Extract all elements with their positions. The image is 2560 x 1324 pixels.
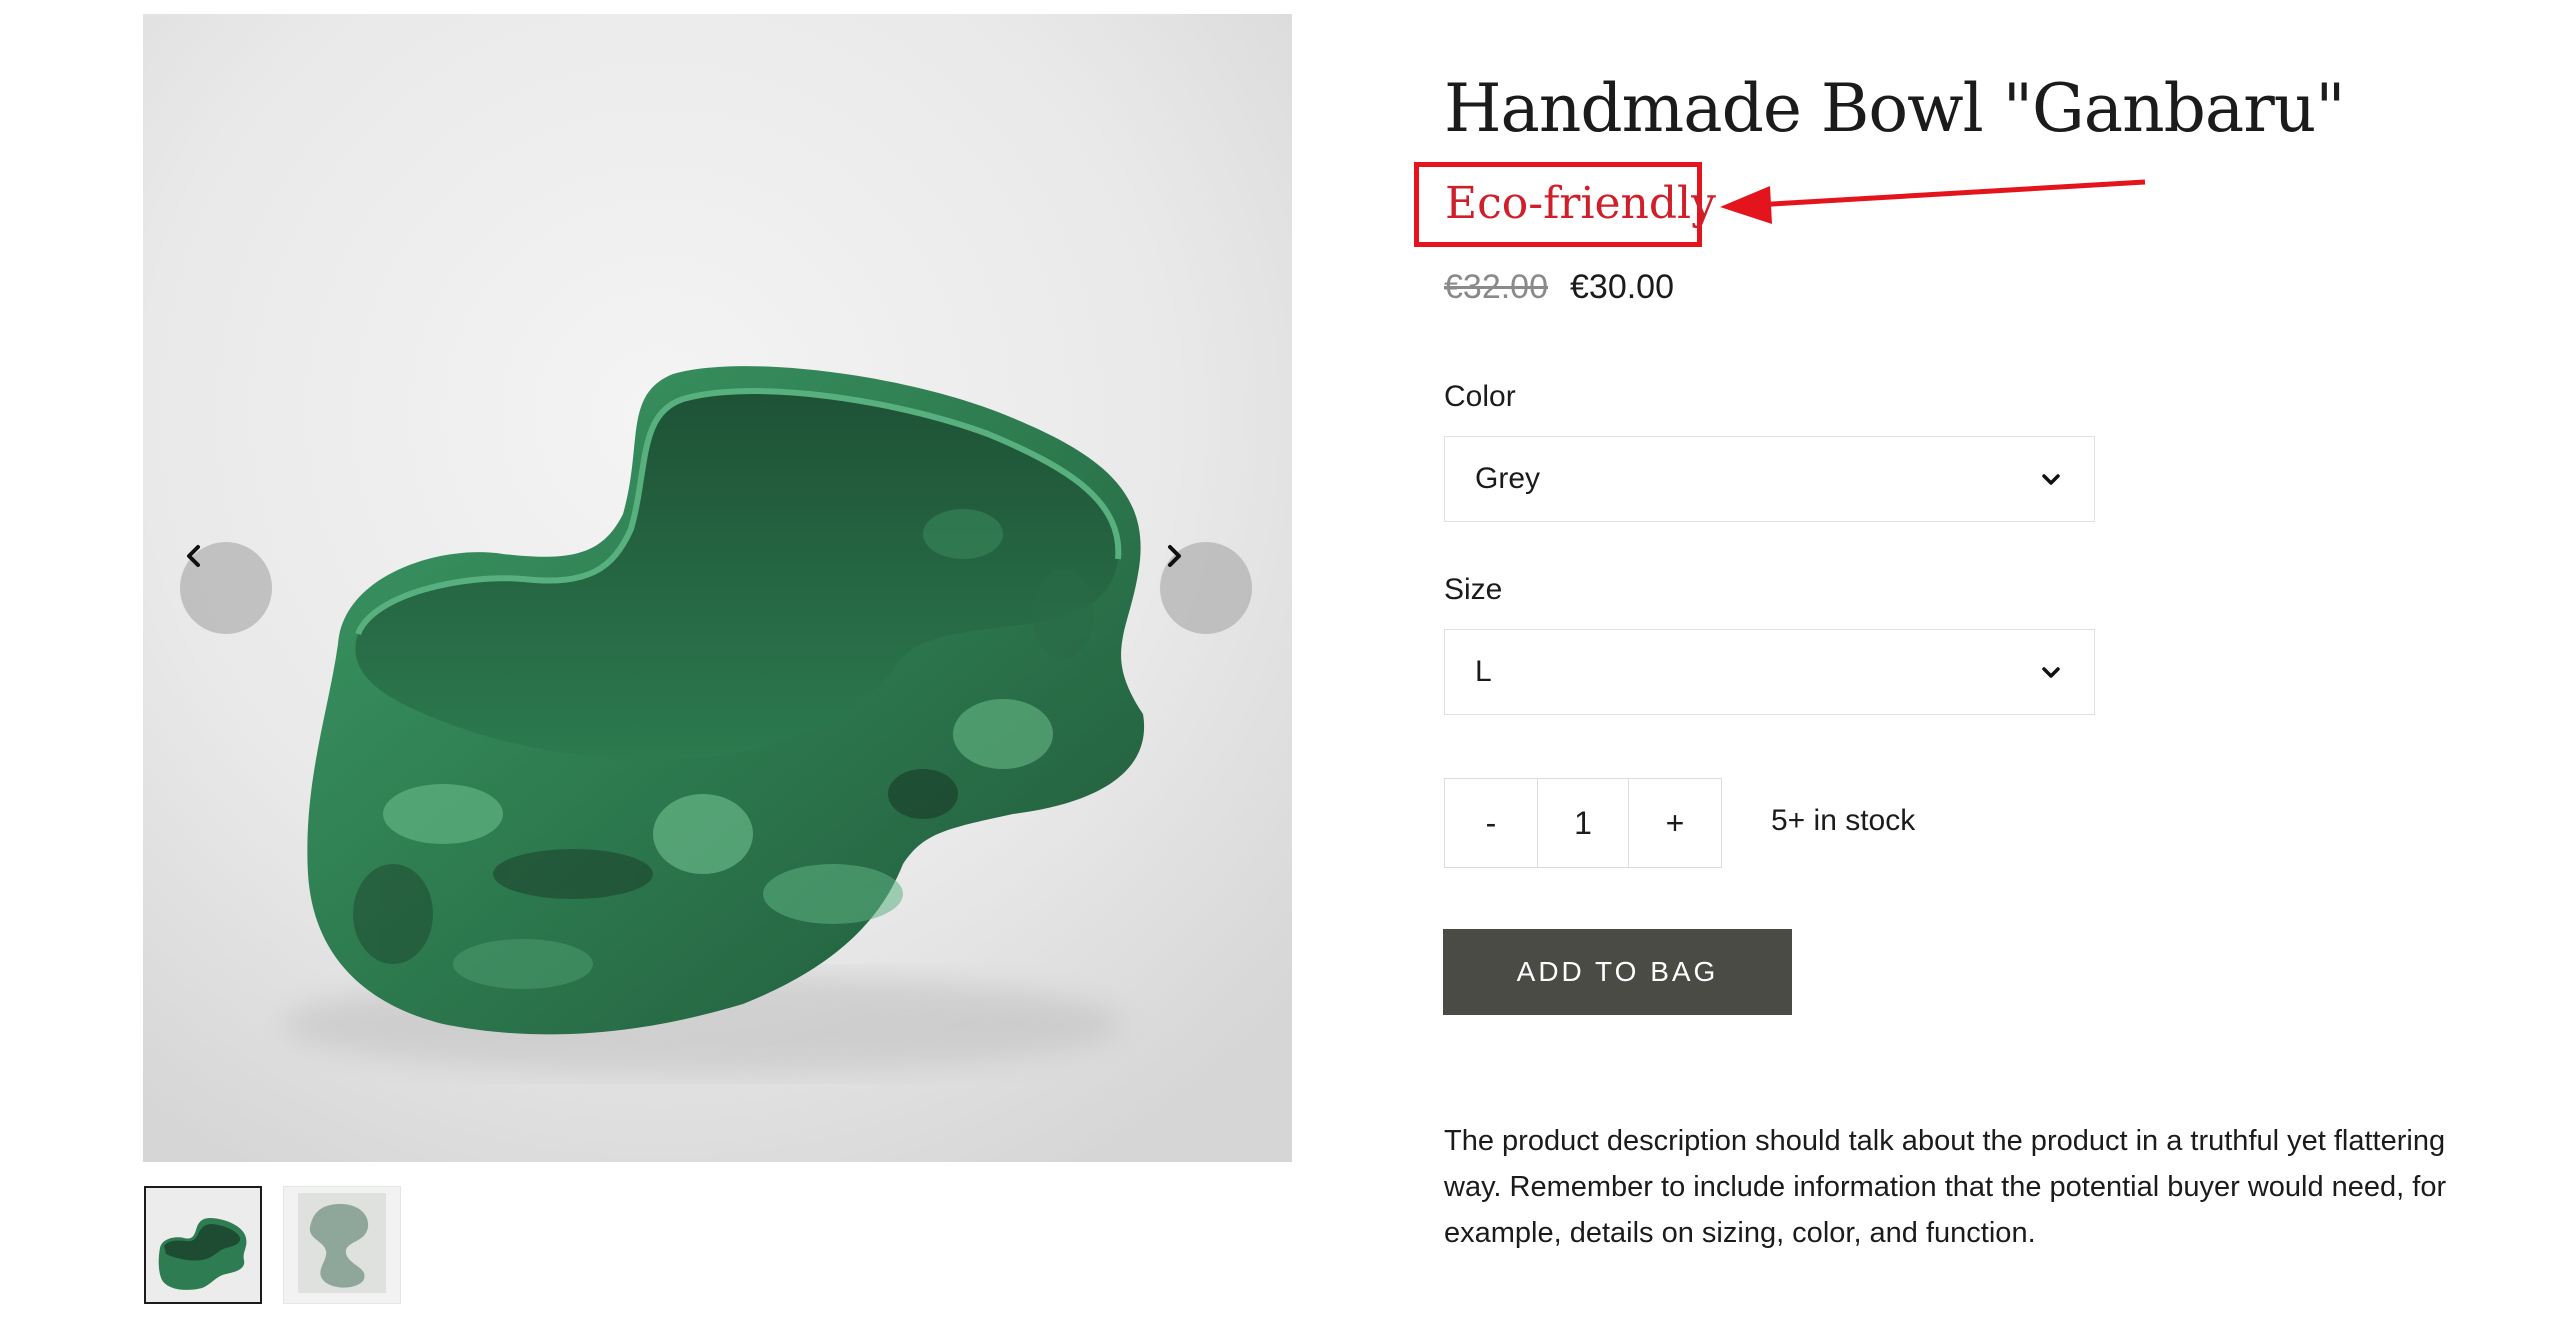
chevron-down-icon [2042,667,2060,678]
add-to-bag-button[interactable]: ADD TO BAG [1443,929,1792,1015]
sale-price: €30.00 [1570,268,1674,306]
quantity-decrement-button[interactable]: - [1445,779,1537,867]
product-description: The product description should talk abou… [1444,1125,2447,1249]
gallery-next-button[interactable] [1160,542,1252,634]
product-title: Handmade Bowl "Ganbaru" [1444,70,2346,147]
quantity-stepper: - 1 + [1444,778,1722,868]
size-label: Size [1444,573,1503,606]
color-label: Color [1444,380,1516,413]
thumbnail-image [146,1188,260,1302]
stock-status: 5+ in stock [1771,804,1916,837]
thumbnail-image [284,1187,400,1303]
size-select[interactable]: L [1444,629,2095,715]
gallery-thumbnail[interactable] [283,1186,401,1304]
bowl-photo [143,14,1292,1162]
eco-friendly-badge: Eco-friendly [1445,178,1716,229]
color-select-value: Grey [1475,462,1541,495]
chevron-left-icon [187,545,200,567]
product-main-image[interactable] [143,14,1292,1162]
gallery-thumbnail[interactable] [144,1186,262,1304]
quantity-increment-button[interactable]: + [1629,779,1721,867]
chevron-right-icon [1168,545,1181,567]
size-select-value: L [1475,655,1492,688]
chevron-down-icon [2042,474,2060,485]
gallery-prev-button[interactable] [180,542,272,634]
color-select[interactable]: Grey [1444,436,2095,522]
quantity-input[interactable]: 1 [1537,779,1629,867]
original-price: €32.00 [1444,268,1548,306]
annotation-arrow-icon [1720,179,2146,224]
